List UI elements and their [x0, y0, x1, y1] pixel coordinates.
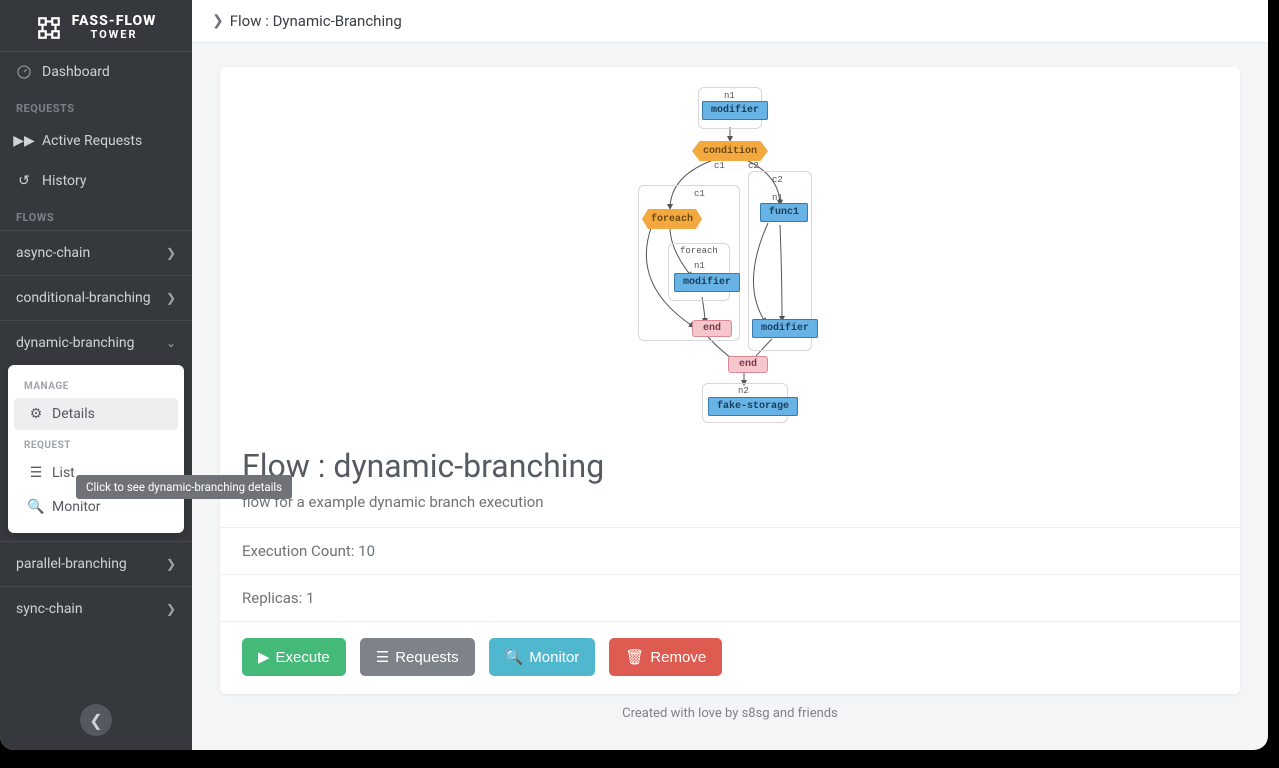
- diagram-label: n2: [738, 386, 749, 396]
- chevron-right-icon: ❯: [166, 557, 176, 571]
- monitor-button[interactable]: 🔍 Monitor: [489, 638, 596, 676]
- sidebar-flow-sync-chain[interactable]: sync-chain ❯: [0, 586, 192, 631]
- main: ❯ Flow : Dynamic-Branching: [192, 0, 1268, 750]
- diagram-label: c2: [748, 161, 759, 171]
- dashboard-icon: [16, 64, 32, 80]
- collapse-sidebar-button[interactable]: ❮: [80, 704, 112, 736]
- flow-execution-count: Execution Count: 10: [220, 528, 1240, 575]
- flow-diagram: n1 modifier condition c1 c2 c1 foreach f…: [220, 67, 1240, 443]
- sidebar-section-requests: REQUESTS: [0, 92, 192, 121]
- sidebar-flow-parallel-branching[interactable]: parallel-branching ❯: [0, 541, 192, 586]
- subpanel-section-request: REQUEST: [8, 432, 184, 455]
- diagram-node-func1: func1: [760, 207, 808, 218]
- sidebar-flow-label: parallel-branching: [16, 556, 127, 572]
- sidebar-flow-label: conditional-branching: [16, 290, 151, 306]
- flow-title: Flow : dynamic-branching: [220, 443, 1240, 489]
- flow-actions: ▶ Execute ☰ Requests 🔍 Monitor 🗑 Remove: [220, 622, 1240, 694]
- button-label: Execute: [276, 649, 330, 666]
- sidebar-section-flows: FLOWS: [0, 201, 192, 230]
- logo-icon: [36, 15, 62, 41]
- magnify-icon: 🔍: [28, 499, 44, 515]
- brand-subtitle: TOWER: [72, 29, 157, 41]
- diagram-node-end: end: [728, 359, 768, 370]
- chevron-right-icon: ❯: [212, 13, 224, 29]
- breadcrumb-bar: ❯ Flow : Dynamic-Branching: [192, 0, 1268, 43]
- diagram-label: n1: [772, 193, 783, 203]
- flow-replicas: Replicas: 1: [220, 575, 1240, 622]
- subpanel-item-label: Details: [52, 406, 95, 422]
- play-icon: ▶: [258, 648, 270, 666]
- chevron-right-icon: ❯: [166, 246, 176, 260]
- sidebar-flow-conditional-branching[interactable]: conditional-branching ❯: [0, 275, 192, 320]
- diagram-node-foreach: foreach: [642, 209, 702, 229]
- sidebar-item-label: History: [42, 173, 87, 189]
- diagram-node-condition: condition: [692, 141, 768, 161]
- sidebar-item-dashboard[interactable]: Dashboard: [0, 52, 192, 92]
- sidebar-item-active-requests[interactable]: ▶▶ Active Requests: [0, 121, 192, 161]
- chevron-down-icon: ⌄: [166, 336, 176, 350]
- diagram-label: n1: [694, 261, 705, 271]
- sidebar-flow-async-chain[interactable]: async-chain ❯: [0, 230, 192, 275]
- list-icon: ☰: [28, 465, 44, 481]
- chevron-left-icon: ❮: [89, 711, 102, 730]
- tooltip: Click to see dynamic-branching details: [76, 475, 292, 499]
- sidebar-item-label: Dashboard: [42, 64, 110, 80]
- requests-button[interactable]: ☰ Requests: [360, 638, 475, 676]
- diagram-label: c1: [694, 189, 705, 199]
- diagram-node-modifier: modifier: [674, 277, 740, 288]
- magnify-icon: 🔍: [505, 648, 524, 666]
- subpanel-item-label: Monitor: [52, 499, 101, 515]
- footer-text: Created with love by s8sg and friends: [220, 694, 1240, 735]
- sidebar-flow-label: async-chain: [16, 245, 90, 261]
- subpanel-item-details[interactable]: ⚙ Details: [14, 398, 178, 430]
- brand: FASS-FLOW TOWER: [0, 0, 192, 52]
- chevron-right-icon: ❯: [166, 602, 176, 616]
- button-label: Monitor: [529, 649, 579, 666]
- diagram-node-modifier: modifier: [752, 323, 818, 334]
- sidebar-flow-dynamic-branching[interactable]: dynamic-branching ⌄: [0, 320, 192, 365]
- button-label: Requests: [395, 649, 458, 666]
- sidebar-item-history[interactable]: ↺ History: [0, 161, 192, 201]
- flow-subpanel: MANAGE ⚙ Details REQUEST ☰ List 🔍 Monito…: [8, 365, 184, 533]
- forward-icon: ▶▶: [16, 133, 32, 149]
- brand-title: FASS-FLOW: [72, 14, 157, 29]
- chevron-right-icon: ❯: [166, 291, 176, 305]
- diagram-node-modifier: modifier: [702, 105, 768, 116]
- diagram-label: n1: [724, 91, 735, 101]
- button-label: Remove: [650, 649, 706, 666]
- subpanel-item-label: List: [52, 465, 75, 481]
- history-icon: ↺: [16, 173, 32, 189]
- sidebar-flow-label: dynamic-branching: [16, 335, 134, 351]
- breadcrumb-label: Flow : Dynamic-Branching: [230, 12, 402, 30]
- sidebar-flow-label: sync-chain: [16, 601, 83, 617]
- trash-icon: 🗑: [625, 648, 644, 666]
- diagram-node-end: end: [692, 323, 732, 334]
- remove-button[interactable]: 🗑 Remove: [609, 638, 722, 676]
- diagram-label: c2: [772, 175, 783, 185]
- subpanel-section-manage: MANAGE: [8, 373, 184, 396]
- diagram-label: foreach: [680, 246, 718, 256]
- list-icon: ☰: [376, 648, 389, 666]
- diagram-node-fake-storage: fake-storage: [708, 401, 798, 412]
- sidebar: FASS-FLOW TOWER Dashboard REQUESTS ▶▶ Ac…: [0, 0, 192, 750]
- flow-description: flow for a example dynamic branch execut…: [220, 489, 1240, 528]
- diagram-label: c1: [714, 161, 725, 171]
- flow-card: n1 modifier condition c1 c2 c1 foreach f…: [220, 67, 1240, 694]
- sidebar-item-label: Active Requests: [42, 133, 142, 149]
- execute-button[interactable]: ▶ Execute: [242, 638, 346, 676]
- gears-icon: ⚙: [28, 406, 44, 422]
